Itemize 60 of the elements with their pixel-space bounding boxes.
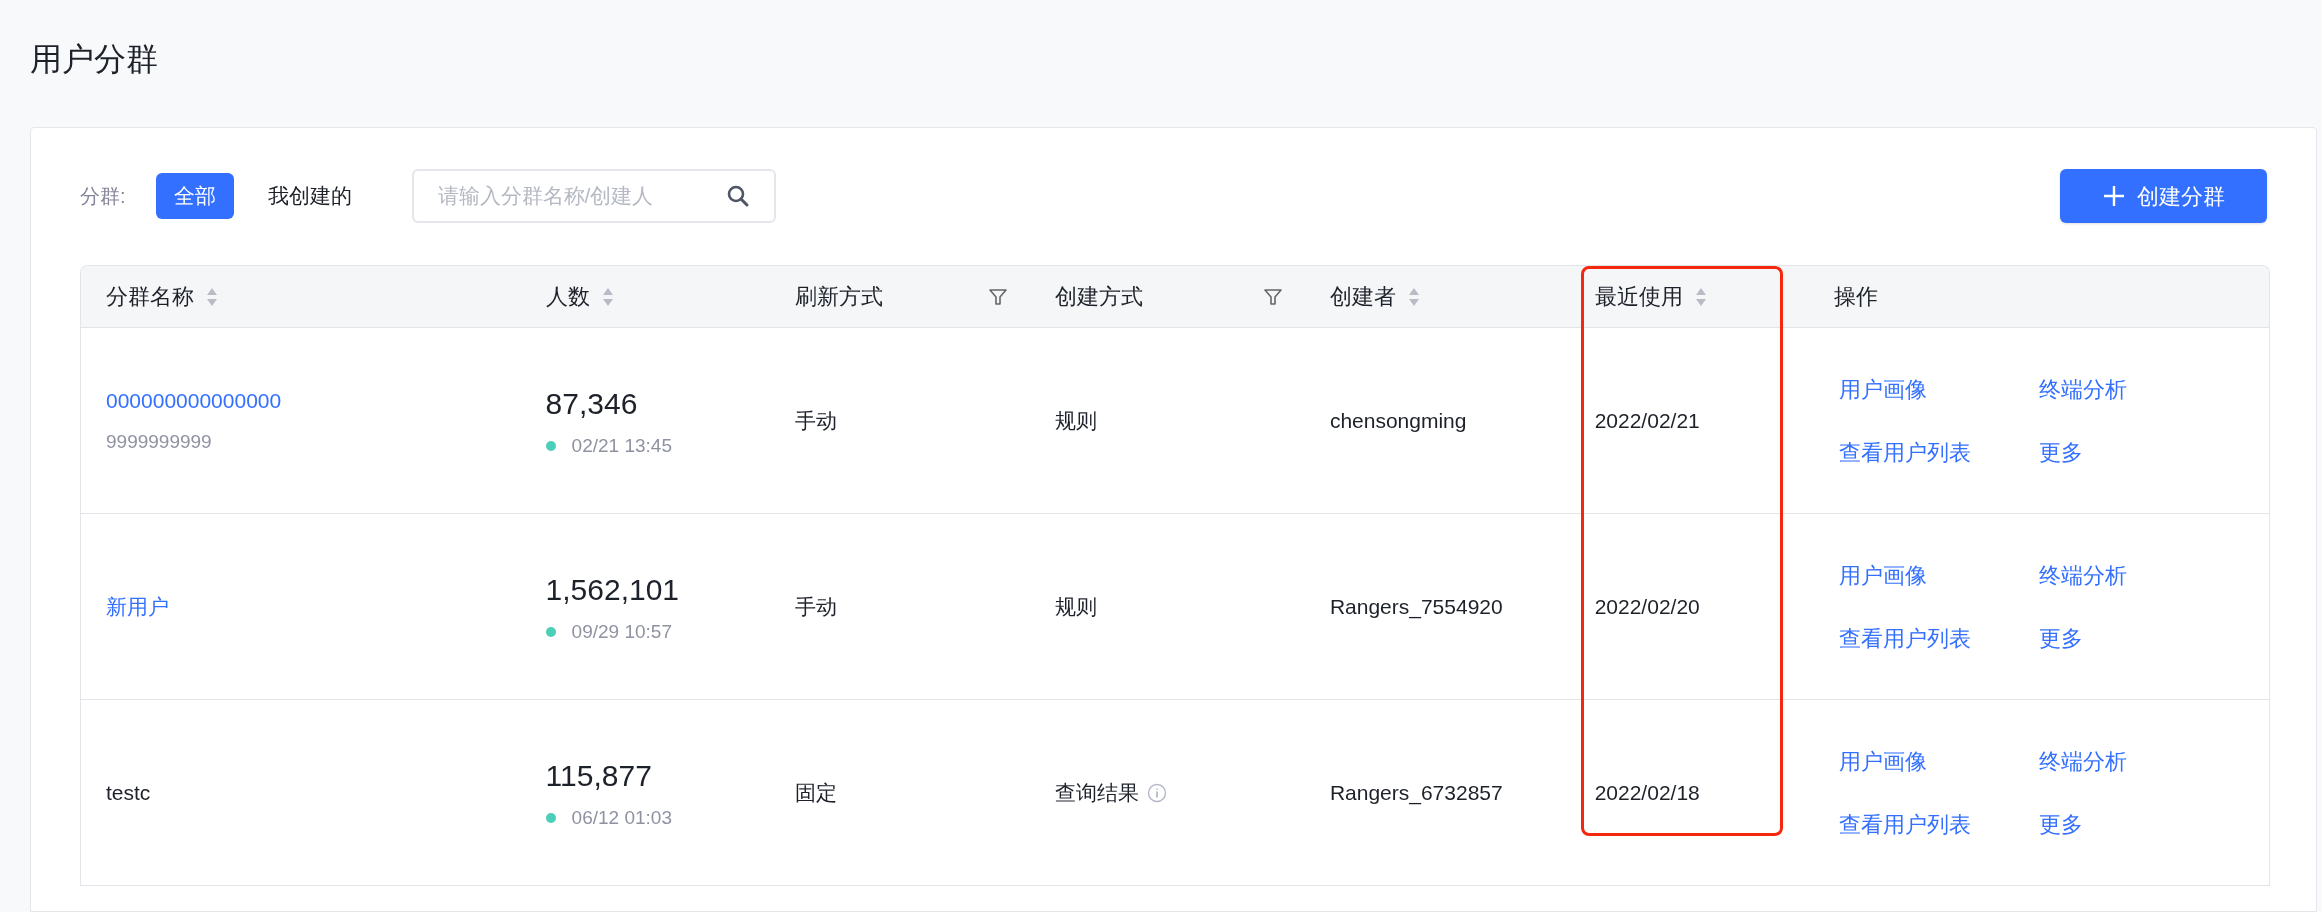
create-button[interactable]: 创建分群	[2060, 169, 2267, 223]
action-link[interactable]: 更多	[2039, 807, 2084, 841]
user-count: 87,346	[545, 385, 638, 422]
sort-icon[interactable]	[206, 286, 218, 307]
action-link[interactable]: 查看用户列表	[1839, 807, 1972, 841]
create-method: 规则	[1055, 593, 1098, 620]
search-icon[interactable]	[725, 184, 750, 208]
create-method: 查询结果	[1055, 779, 1140, 806]
create-method: 规则	[1055, 407, 1098, 434]
search-field[interactable]: 请输入分群名称/创建人	[437, 180, 718, 212]
creator-name: Rangers_6732857	[1329, 779, 1503, 807]
action-link[interactable]: 用户画像	[1839, 744, 1928, 778]
user-count: 1,562,101	[545, 571, 680, 608]
segment-name: testc	[106, 779, 151, 806]
segment-description: 9999999999	[106, 430, 212, 454]
segment-name-link[interactable]: 000000000000000	[106, 384, 282, 416]
action-link[interactable]: 查看用户列表	[1839, 435, 1972, 469]
column-title: 分群名称	[106, 283, 194, 311]
last-used-date: 2022/02/18	[1594, 779, 1700, 806]
column-title: 最近使用	[1594, 283, 1683, 311]
status-dot-icon	[545, 441, 556, 451]
last-used-date: 2022/02/20	[1594, 593, 1700, 620]
status-dot-icon	[545, 627, 556, 637]
segment-name-link[interactable]: 新用户	[106, 590, 169, 623]
creator-name: chensongming	[1329, 407, 1467, 434]
creator-name: Rangers_7554920	[1329, 593, 1503, 621]
column-title: 刷新方式	[795, 283, 884, 311]
action-link[interactable]: 用户画像	[1839, 372, 1928, 406]
refresh-method: 固定	[795, 779, 838, 806]
page-title: 用户分群	[30, 39, 158, 79]
filter-icon[interactable]	[988, 286, 1009, 307]
filter-tab[interactable]: 我创建的	[249, 173, 370, 219]
action-link[interactable]: 终端分析	[2039, 372, 2128, 406]
search-box[interactable]: 请输入分群名称/创建人	[411, 169, 776, 223]
action-link[interactable]: 终端分析	[2039, 558, 2128, 592]
column-title: 操作	[1834, 283, 1879, 311]
user-count: 115,877	[545, 757, 652, 794]
update-time: 06/12 01:03	[571, 805, 672, 830]
info-icon[interactable]	[1147, 782, 1168, 803]
refresh-method: 手动	[795, 407, 838, 434]
action-link[interactable]: 查看用户列表	[1839, 621, 1972, 655]
sort-icon[interactable]	[601, 286, 614, 307]
column-title: 创建方式	[1055, 283, 1144, 311]
refresh-method: 手动	[795, 593, 838, 620]
plus-icon	[2102, 185, 2125, 207]
action-link[interactable]: 更多	[2039, 621, 2084, 655]
column-title: 创建者	[1329, 283, 1396, 311]
sort-icon[interactable]	[1407, 286, 1420, 307]
status-dot-icon	[545, 813, 556, 823]
update-time: 02/21 13:45	[571, 433, 672, 458]
last-used-date: 2022/02/21	[1594, 407, 1700, 434]
filter-icon[interactable]	[1262, 286, 1283, 307]
update-time: 09/29 10:57	[571, 619, 672, 644]
action-link[interactable]: 更多	[2039, 435, 2084, 469]
action-link[interactable]: 终端分析	[2039, 744, 2128, 778]
column-title: 人数	[545, 283, 590, 311]
action-link[interactable]: 用户画像	[1839, 558, 1928, 592]
sort-icon[interactable]	[1694, 286, 1707, 307]
filter-tab[interactable]: 全部	[155, 173, 234, 219]
filter-label: 分群:	[80, 184, 126, 209]
